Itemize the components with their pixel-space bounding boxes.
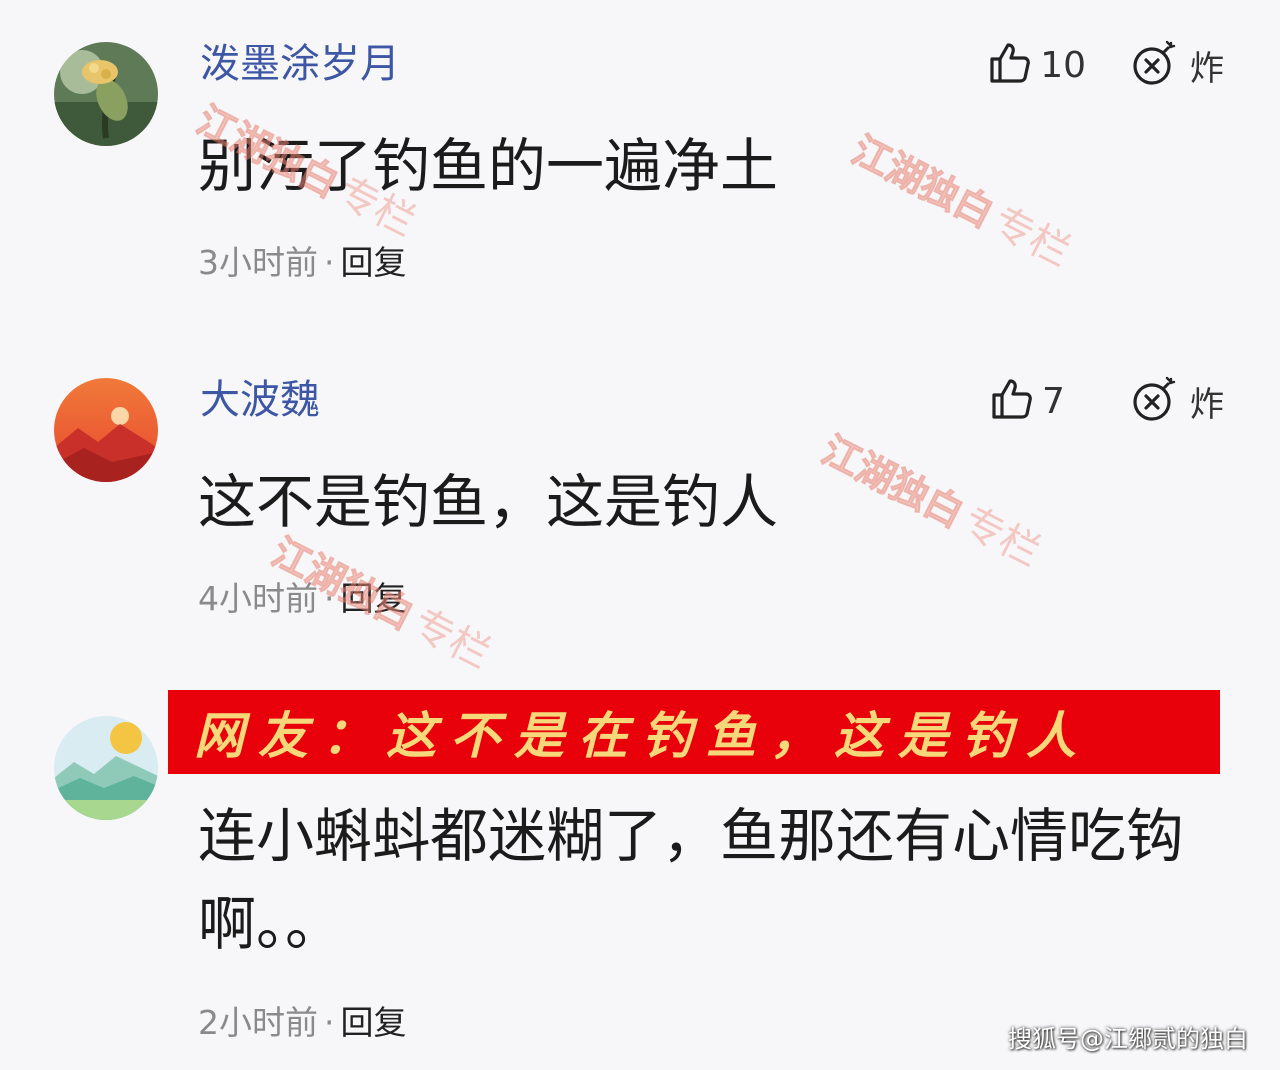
headline-banner: 网友：这不是在钓鱼，这是钓人	[168, 690, 1220, 774]
thumbs-up-icon	[988, 375, 1036, 427]
comment-text: 这不是钓鱼，这是钓人	[198, 468, 779, 536]
avatar[interactable]	[54, 42, 158, 146]
bomb-label: 炸	[1190, 48, 1224, 89]
meta-separator: ·	[324, 243, 335, 282]
reply-button[interactable]: 回复	[341, 579, 407, 618]
footer-credit: 搜狐号@江郷贰的独白	[1008, 1025, 1248, 1053]
like-button[interactable]: 7	[988, 375, 1086, 427]
watermark-suffix: 专栏	[405, 600, 498, 678]
comment-meta: 2小时前 · 回复	[198, 1006, 407, 1039]
comment-meta: 4小时前 · 回复	[198, 582, 407, 615]
username[interactable]: 大波魏	[200, 380, 320, 420]
reply-button[interactable]: 回复	[341, 1003, 407, 1042]
username[interactable]: 泼墨涂岁月	[200, 44, 400, 84]
meta-separator: ·	[324, 1003, 335, 1042]
comment-actions: 7 炸	[988, 376, 1224, 426]
like-count: 7	[1042, 380, 1065, 422]
bomb-button[interactable]: 炸	[1130, 375, 1224, 427]
like-button[interactable]: 10	[986, 39, 1086, 91]
thumbs-up-icon	[986, 39, 1034, 91]
avatar[interactable]	[54, 716, 158, 820]
bomb-button[interactable]: 炸	[1130, 39, 1224, 91]
timestamp: 4小时前	[198, 579, 318, 618]
bomb-icon	[1130, 375, 1178, 427]
bomb-label: 炸	[1190, 384, 1224, 425]
reply-button[interactable]: 回复	[341, 243, 407, 282]
bomb-icon	[1130, 39, 1178, 91]
watermark-suffix: 专栏	[985, 198, 1078, 276]
like-count: 10	[1040, 44, 1086, 86]
timestamp: 2小时前	[198, 1003, 318, 1042]
meta-separator: ·	[324, 579, 335, 618]
banner-text: 网友：这不是在钓鱼，这是钓人	[194, 706, 1090, 765]
avatar[interactable]	[54, 378, 158, 482]
comment-text: 别污了钓鱼的一遍净土	[198, 132, 779, 200]
comment-actions: 10 炸	[986, 40, 1224, 90]
comment-meta: 3小时前 · 回复	[198, 246, 407, 279]
timestamp: 3小时前	[198, 243, 318, 282]
comment-text: 连小蝌蚪都迷糊了，鱼那还有心情吃钩啊。。	[198, 802, 1185, 958]
